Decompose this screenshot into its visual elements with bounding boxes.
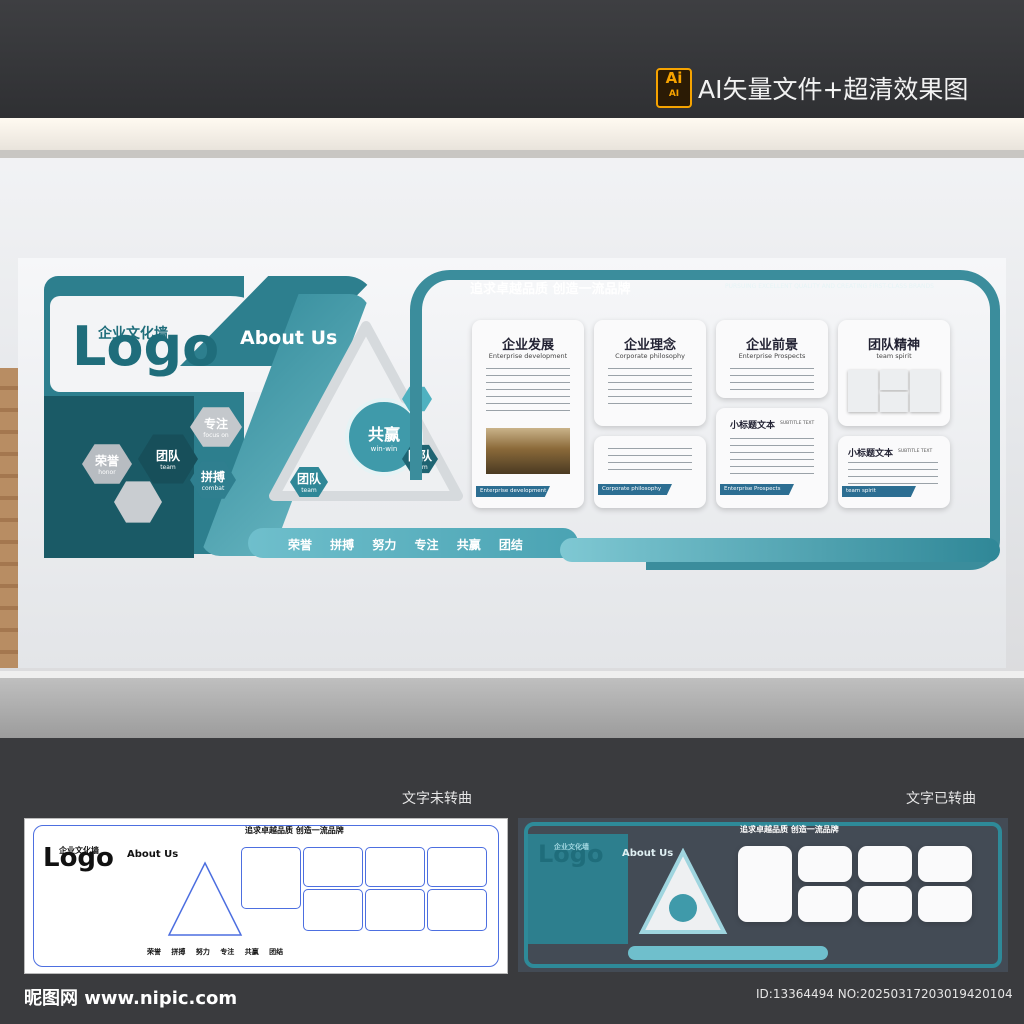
ceiling bbox=[0, 118, 1024, 150]
card-subtitle-2-title: 小标题文本 bbox=[848, 449, 894, 459]
card-subtitle-1-title: 小标题文本 bbox=[730, 421, 776, 431]
ai-icon-sub: AI bbox=[668, 89, 680, 99]
thumb1-triangle bbox=[167, 861, 243, 936]
card-philosophy-text bbox=[608, 368, 692, 410]
floor bbox=[0, 678, 1024, 738]
card-development-title: 企业发展 bbox=[501, 338, 554, 353]
card-prospects-sub: Enterprise Prospects bbox=[738, 352, 806, 360]
hex-honor-en: honor bbox=[98, 469, 116, 476]
motto-text: 荣誉 拼搏 努力 专注 共赢 团结 bbox=[288, 538, 523, 552]
card-philosophy-sub: Corporate philosophy bbox=[615, 352, 685, 360]
thumb2-motto-bar bbox=[628, 946, 828, 960]
thumb1-banner: 追求卓越品质 创造一流品牌 bbox=[245, 826, 344, 835]
card-team-spirit-tag: team spirit bbox=[842, 486, 916, 497]
card-subtitle-2-sub: SUBTITLE TEXT bbox=[898, 449, 933, 454]
thumb2-card-6 bbox=[858, 886, 912, 922]
label-text-outlined: 文字已转曲 bbox=[906, 791, 976, 807]
thumb2-card-4 bbox=[918, 846, 972, 882]
culture-wall-title: 企业文化墙 bbox=[98, 326, 168, 342]
card-subtitle-1-sub: SUBTITLE TEXT bbox=[780, 421, 815, 426]
thumbnail-outlined-render: Logo 企业文化墙 About Us 追求卓越品质 创造一流品牌 bbox=[518, 818, 1008, 972]
thumb1-card-5 bbox=[303, 889, 363, 931]
card-team-spirit-title: 团队精神 bbox=[867, 338, 920, 353]
nipic-logo: 昵图网 www.nipic.com bbox=[24, 988, 238, 1009]
card-prospects-text bbox=[730, 368, 814, 390]
thumbnail-vector-outline: Logo 企业文化墙 About Us 追求卓越品质 创造一流品牌 荣誉 拼搏 … bbox=[24, 818, 508, 974]
win-win-en: win-win bbox=[370, 445, 398, 453]
card-prospects: 企业前景 Enterprise Prospects bbox=[716, 320, 828, 398]
thumb2-culture-title: 企业文化墙 bbox=[554, 843, 589, 851]
ai-icon-label: Ai bbox=[665, 69, 683, 87]
card-prospects-title: 企业前景 bbox=[745, 338, 798, 353]
header-title: AI矢量文件+超清效果图 bbox=[698, 75, 969, 104]
thumb1-culture-title: 企业文化墙 bbox=[59, 846, 99, 855]
right-bottom-bar bbox=[560, 538, 1000, 562]
card-philosophy: 企业理念 Corporate philosophy bbox=[594, 320, 706, 426]
hex-combat-en: combat bbox=[201, 485, 225, 492]
card-subtitle-2: 小标题文本 SUBTITLE TEXT team spirit bbox=[838, 436, 950, 508]
card-team-spirit-sub: team spirit bbox=[876, 352, 912, 360]
hex-focus-cn: 专注 bbox=[203, 417, 228, 431]
card-development-sub: Enterprise development bbox=[488, 352, 568, 360]
card-development-text bbox=[486, 368, 570, 416]
banner-en: PURSUING EXCELLENT QUALITY AND CREATING … bbox=[725, 283, 934, 290]
label-text-not-outlined: 文字未转曲 bbox=[402, 791, 472, 807]
thumb1-card-2 bbox=[303, 847, 363, 887]
card-subtitle-1: 小标题文本 SUBTITLE TEXT Enterprise Prospects bbox=[716, 408, 828, 508]
hex-triangle-left-en: team bbox=[301, 487, 317, 494]
card-subtitle-1-lines bbox=[730, 438, 814, 474]
landscape-photo bbox=[486, 428, 570, 474]
ceiling-light-slot bbox=[0, 150, 1024, 158]
card-development-tag: Enterprise development bbox=[476, 486, 550, 497]
hex-focus-en: focus on bbox=[203, 432, 229, 439]
hex-team-cn: 团队 bbox=[155, 449, 180, 463]
thumb2-card-3 bbox=[858, 846, 912, 882]
thumb1-card-3 bbox=[365, 847, 425, 887]
image-id: ID:13364494 NO:20250317203019420104 bbox=[756, 987, 1013, 1001]
photo-frame-2 bbox=[880, 370, 908, 390]
room-scene: Logo 企业文化墙 About Us 专注 focus on 团队 team 荣誉… bbox=[0, 118, 1024, 738]
thumb1-card-4 bbox=[427, 847, 487, 887]
card-philosophy-lower: Corporate philosophy bbox=[594, 436, 706, 508]
hex-combat-cn: 拼搏 bbox=[200, 470, 225, 484]
banner-cn: 追求卓越品质 创造一流品牌 bbox=[470, 282, 631, 297]
photo-frame-3 bbox=[880, 392, 908, 412]
thumb1-card-1 bbox=[241, 847, 301, 909]
win-win-cn: 共赢 bbox=[367, 425, 400, 444]
thumb1-motto: 荣誉 拼搏 努力 专注 共赢 团结 bbox=[147, 948, 284, 956]
thumb1-card-6 bbox=[365, 889, 425, 931]
card-philosophy-title: 企业理念 bbox=[623, 338, 676, 353]
ai-file-icon: Ai AI bbox=[656, 68, 692, 108]
card-development: 企业发展 Enterprise development Enterprise d… bbox=[472, 320, 584, 508]
thumb2-card-7 bbox=[918, 886, 972, 922]
card-philosophy-tag: Corporate philosophy bbox=[598, 484, 672, 495]
photo-frame-4 bbox=[910, 370, 940, 412]
wood-panel bbox=[0, 368, 18, 668]
thumb2-banner: 追求卓越品质 创造一流品牌 bbox=[740, 825, 839, 834]
thumb2-card-2 bbox=[798, 846, 852, 882]
photo-frame-1 bbox=[848, 370, 878, 412]
hex-honor-cn: 荣誉 bbox=[94, 454, 119, 468]
card-team-spirit: 团队精神 team spirit bbox=[838, 320, 950, 426]
card-philosophy-lines bbox=[608, 448, 692, 476]
thumb1-card-7 bbox=[427, 889, 487, 931]
card-subtitle-2-lines bbox=[848, 462, 938, 484]
hex-triangle-left-cn: 团队 bbox=[296, 472, 321, 486]
thumb2-card-5 bbox=[798, 886, 852, 922]
thumb2-card-1 bbox=[738, 846, 792, 922]
card-prospects-tag: Enterprise Prospects bbox=[720, 484, 794, 495]
thumb2-triangle bbox=[638, 848, 728, 934]
hex-team-en: team bbox=[160, 464, 176, 471]
